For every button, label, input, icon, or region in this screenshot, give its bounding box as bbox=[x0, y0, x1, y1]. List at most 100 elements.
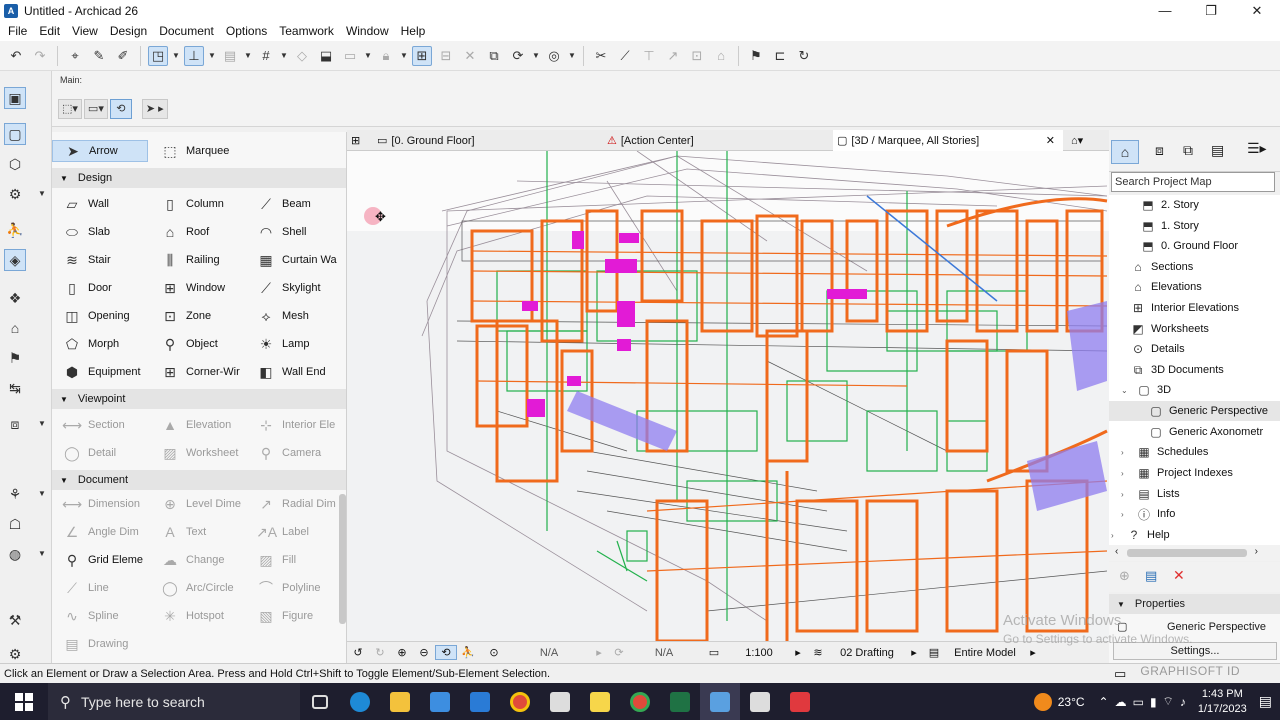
delete-icon[interactable]: ✕ bbox=[1173, 567, 1185, 584]
chevron-down-icon[interactable]: ▼ bbox=[280, 51, 288, 60]
tool-drawing[interactable]: ▤ Drawing bbox=[62, 633, 152, 655]
tool-opening[interactable]: ◫ Opening bbox=[62, 305, 152, 327]
windows-start-icon[interactable] bbox=[0, 683, 48, 720]
suspend-groups-icon[interactable]: ◳ bbox=[148, 45, 168, 66]
layer-icon[interactable]: ◇ bbox=[292, 46, 312, 66]
tool-hotspot[interactable]: ✳ Hotspot bbox=[160, 605, 250, 627]
menu-window[interactable]: Window bbox=[340, 24, 395, 38]
tab-close-button[interactable]: ✕ bbox=[1046, 134, 1055, 147]
taskbar-search-input[interactable]: ⚲ Type here to search bbox=[48, 683, 300, 720]
toolbox-scrollbar[interactable] bbox=[339, 494, 346, 624]
chevron-down-icon[interactable]: ▼ bbox=[38, 489, 46, 498]
chevron-up-icon[interactable]: ⌃ bbox=[1099, 695, 1109, 709]
chevron-down-icon[interactable]: ▼ bbox=[400, 51, 408, 60]
selection-icon[interactable]: ⊞ bbox=[412, 45, 432, 66]
measure-icon[interactable]: ⟋ bbox=[615, 46, 635, 66]
3d-viewport[interactable]: ✥ bbox=[347, 151, 1109, 641]
tab-ground-floor[interactable]: ▭ [0. Ground Floor] bbox=[373, 130, 603, 151]
undo-zoom-icon[interactable]: ↺ bbox=[347, 646, 369, 659]
snap-guides-icon[interactable]: ⊥ bbox=[184, 45, 204, 66]
section-document-header[interactable]: ▼ Document bbox=[52, 470, 346, 490]
notifications-icon[interactable]: ▤ bbox=[1259, 693, 1272, 710]
file-explorer-icon[interactable] bbox=[380, 683, 420, 720]
tab-action-center[interactable]: ⚠ [Action Center] bbox=[603, 130, 831, 151]
properties-header[interactable]: ▼ Properties bbox=[1109, 594, 1280, 614]
tool-stair[interactable]: ≋ Stair bbox=[62, 249, 152, 271]
tree-item[interactable]: ⬒ 2. Story bbox=[1141, 195, 1199, 215]
tool-slab[interactable]: ⬭ Slab bbox=[62, 221, 152, 243]
tool-wall[interactable]: ▱ Wall bbox=[62, 193, 152, 215]
lock-icon[interactable]: 🔒︎ bbox=[376, 46, 396, 66]
tool-dimension[interactable]: ⟷ Dimension bbox=[62, 493, 152, 515]
tool-interior-elevation[interactable]: ⊹ Interior Ele bbox=[256, 414, 346, 436]
grid-snap-icon[interactable]: # bbox=[256, 46, 276, 66]
roof-icon[interactable]: ⌂ bbox=[711, 46, 731, 66]
chevron-down-icon[interactable]: ⌄ bbox=[1121, 386, 1131, 395]
tree-item[interactable]: › ▤ Lists bbox=[1121, 484, 1180, 504]
chevron-down-icon[interactable]: ▼ bbox=[208, 51, 216, 60]
3d-window-icon[interactable]: ⧉ bbox=[484, 46, 504, 66]
pick-up-parameters-icon[interactable]: ⌖ bbox=[65, 46, 85, 66]
menu-edit[interactable]: Edit bbox=[33, 24, 66, 38]
tree-item[interactable]: ⊞ Interior Elevations bbox=[1131, 298, 1239, 318]
view-mode-icon[interactable]: ◎ bbox=[544, 46, 564, 66]
refresh-icon[interactable]: ↻ bbox=[794, 46, 814, 66]
tool-mesh[interactable]: ⟡ Mesh bbox=[256, 305, 346, 327]
chevron-right-icon[interactable]: › bbox=[1255, 546, 1258, 557]
chevron-down-icon[interactable]: ▼ bbox=[364, 51, 372, 60]
volume-icon[interactable]: ♪ bbox=[1180, 695, 1186, 709]
archicad-app-icon[interactable] bbox=[540, 683, 580, 720]
menu-view[interactable]: View bbox=[66, 24, 104, 38]
tool-zone[interactable]: ⊡ Zone bbox=[160, 305, 250, 327]
tool-arc-circle[interactable]: ◯ Arc/Circle bbox=[160, 577, 250, 599]
wifi-icon[interactable]: ⌔ bbox=[1163, 694, 1174, 709]
tool-worksheet[interactable]: ▨ Worksheet bbox=[160, 442, 250, 464]
task-view-icon[interactable] bbox=[300, 683, 340, 720]
layout-book-icon[interactable]: ⧉ bbox=[1183, 142, 1193, 159]
tab-grid-icon[interactable]: ⊞ bbox=[347, 130, 369, 151]
tool-window[interactable]: ⊞ Window bbox=[160, 277, 250, 299]
tool-line[interactable]: ⟋ Line bbox=[62, 577, 152, 599]
inject-parameters-icon[interactable]: ✎ bbox=[89, 46, 109, 66]
tool-label[interactable]: ↗A Label bbox=[256, 521, 346, 543]
chevron-right-icon[interactable]: ▸ bbox=[905, 646, 923, 659]
view-map-icon[interactable]: ⧈ bbox=[1155, 142, 1164, 159]
redo-icon[interactable]: ↷ bbox=[30, 46, 50, 66]
flag-icon[interactable]: ⚑ bbox=[746, 46, 766, 66]
zoom-in-icon[interactable]: ⊕ bbox=[391, 646, 413, 659]
menu-help[interactable]: Help bbox=[395, 24, 432, 38]
zoom-readout[interactable]: N/A bbox=[509, 647, 589, 659]
clock[interactable]: 1:43 PM 1/17/2023 bbox=[1198, 687, 1247, 717]
graphic-override-icon[interactable]: ⧈ bbox=[4, 413, 26, 435]
tool-change[interactable]: ☁ Change bbox=[160, 549, 250, 571]
sticky-notes-icon[interactable] bbox=[580, 683, 620, 720]
tool-section[interactable]: ⟷ Section bbox=[62, 414, 152, 436]
menu-options[interactable]: Options bbox=[220, 24, 273, 38]
tool-detail[interactable]: ◯ Detail bbox=[62, 442, 152, 464]
tool-column[interactable]: ▯ Column bbox=[160, 193, 250, 215]
chevron-right-icon[interactable]: › bbox=[1121, 490, 1131, 499]
tool-arrow[interactable]: ➤ Arrow bbox=[52, 140, 148, 162]
cloud-icon[interactable]: ☁ bbox=[1115, 695, 1127, 709]
tree-item[interactable]: ◩ Worksheets bbox=[1131, 319, 1209, 339]
globe-icon[interactable]: ◍ bbox=[4, 543, 26, 565]
toolbox-toggle-icon[interactable]: ▣ bbox=[4, 87, 26, 109]
recorder-icon[interactable] bbox=[780, 683, 820, 720]
marquee-rotate-icon[interactable]: ⟲ bbox=[109, 99, 132, 119]
device-icon[interactable]: ▭ bbox=[1133, 695, 1144, 709]
tree-item[interactable]: ⧉ 3D Documents bbox=[1131, 360, 1224, 380]
angle-readout[interactable]: N/A bbox=[629, 647, 699, 659]
fit-window-icon[interactable]: ⊙ bbox=[479, 646, 509, 659]
project-map-search-input[interactable]: Search Project Map bbox=[1111, 172, 1275, 192]
redo-zoom-icon[interactable]: ↻ bbox=[369, 646, 391, 659]
chevron-left-icon[interactable]: ‹ bbox=[1115, 546, 1118, 557]
layer-combination-icon[interactable]: ◈ bbox=[4, 249, 26, 271]
undo-icon[interactable]: ↶ bbox=[6, 46, 26, 66]
tool-fill[interactable]: ▨ Fill bbox=[256, 549, 346, 571]
restore-button[interactable]: ❐ bbox=[1188, 0, 1234, 21]
account-icon[interactable]: ▭ bbox=[1114, 666, 1126, 682]
tree-item[interactable]: ⌄ ▢ 3D bbox=[1121, 380, 1171, 400]
settings-icon[interactable]: ⚙ bbox=[4, 643, 26, 665]
tool-beam[interactable]: ⟋ Beam bbox=[256, 193, 346, 215]
orbit-icon[interactable]: ⟳ bbox=[508, 46, 528, 66]
